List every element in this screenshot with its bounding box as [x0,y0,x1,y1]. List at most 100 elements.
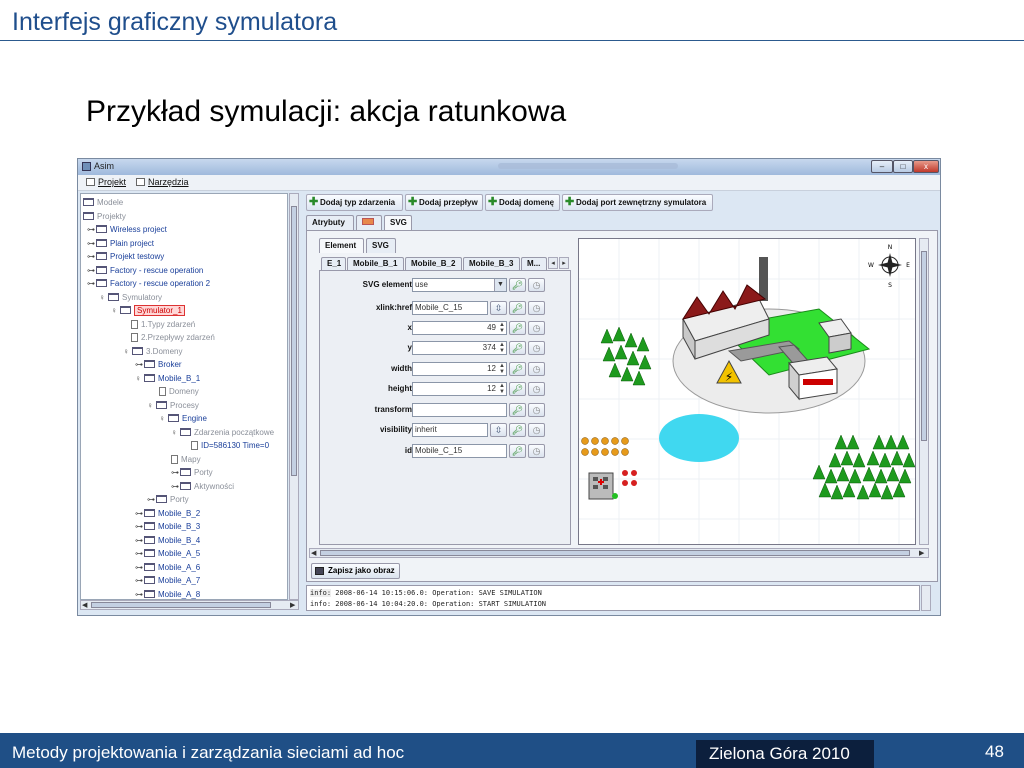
spinner-icon[interactable]: ▲ ▼ [499,322,505,334]
tree-toggle-icon[interactable]: ♀ [171,426,180,439]
spinner-icon[interactable]: ▲ ▼ [499,383,505,395]
key-button[interactable]: 🔑︎ [509,382,526,396]
tab-mobile-b1[interactable]: Mobile_B_1 [347,257,404,270]
key-button[interactable]: 🔑︎ [509,403,526,417]
reset-button[interactable]: ◷ [528,278,545,292]
menu-narzedzia[interactable]: Narzędzia [136,177,189,187]
tree-item[interactable]: ♀ Engine [159,412,207,425]
tree-toggle-icon[interactable]: ⊶ [147,493,156,506]
reset-button[interactable]: ◷ [528,444,545,458]
tree-horizontal-scrollbar[interactable]: ◀ ▶ [80,600,299,610]
tree-toggle-icon[interactable]: ⊶ [87,223,96,236]
y-field[interactable]: 374 ▲ ▼ [412,341,507,355]
tree-item[interactable]: ♀ 3.Domeny [123,345,182,358]
tree-toggle-icon[interactable]: ⊶ [135,520,144,533]
tree-toggle-icon[interactable]: ♀ [159,412,168,425]
x-field[interactable]: 49 ▲ ▼ [412,321,507,335]
tree-item[interactable]: ♀ Zdarzenia początkowe [171,426,274,439]
tree-item[interactable]: ⊶ Mobile_B_3 [135,520,200,533]
tree-toggle-icon[interactable]: ⊶ [171,466,180,479]
scroll-left-icon[interactable]: ◀ [82,601,87,609]
tab-mobile-b2[interactable]: Mobile_B_2 [405,257,462,270]
tree-item[interactable]: ⊶ Mobile_B_4 [135,534,200,547]
tab-more[interactable]: M... [521,257,547,270]
canvas-horizontal-scrollbar[interactable]: ◀ ▶ [309,548,929,558]
tree-item[interactable]: ⊶ Broker [135,358,182,371]
tab-svg-icon[interactable] [356,215,382,230]
canvas-horizontal-thumb[interactable] [320,550,910,556]
tree-item[interactable]: ⊶ Projekt testowy [87,250,164,263]
tree-item[interactable]: Mapy [171,453,201,466]
tree-toggle-icon[interactable]: ⊶ [171,480,180,493]
key-button[interactable]: 🔑︎ [509,341,526,355]
key-button[interactable]: 🔑︎ [509,301,526,315]
tree-toggle-icon[interactable]: ⊶ [87,277,96,290]
tab-svg-sub[interactable]: SVG [366,238,396,253]
tree-item[interactable]: ⊶ Mobile_A_5 [135,547,200,560]
key-button[interactable]: 🔑︎ [509,321,526,335]
reset-button[interactable]: ◷ [528,362,545,376]
svg-canvas[interactable]: ⚡ N S E W [578,238,916,545]
scroll-right-icon[interactable]: ▶ [919,549,924,557]
tree-item[interactable]: ⊶ Mobile_A_6 [135,561,200,574]
tree-toggle-icon[interactable]: ⊶ [135,547,144,560]
reset-button[interactable]: ◷ [528,403,545,417]
tab-element[interactable]: Element [319,238,364,253]
transform-field[interactable] [412,403,507,417]
reset-button[interactable]: ◷ [528,423,545,437]
tree-item[interactable]: ♀ Procesy [147,399,199,412]
tree-toggle-icon[interactable]: ⊶ [135,574,144,587]
tree-toggle-icon[interactable]: ♀ [99,291,108,304]
add-event-type-button[interactable]: ✚ Dodaj typ zdarzenia [306,194,403,211]
spinner-icon[interactable]: ▲ ▼ [499,342,505,354]
tree-item[interactable]: 2.Przepływy zdarzeń [131,331,215,344]
tree-item[interactable]: Domeny [159,385,199,398]
key-button[interactable]: 🔑︎ [509,278,526,292]
tree-toggle-icon[interactable]: ⊶ [135,507,144,520]
key-button[interactable]: 🔑︎ [509,444,526,458]
tree-item[interactable]: ⊶ Mobile_A_7 [135,574,200,587]
tree-toggle-icon[interactable]: ⊶ [135,561,144,574]
add-port-button[interactable]: ✚ Dodaj port zewnętrzny symulatora [562,194,713,211]
tree-toggle-icon[interactable]: ♀ [123,345,132,358]
tree-item[interactable]: ID=586130 Time=0 [191,439,269,452]
tree-toggle-icon[interactable]: ♀ [111,304,120,317]
tree-horizontal-thumb[interactable] [91,602,271,608]
tree-item[interactable]: ⊶ Porty [147,493,189,506]
scroll-right-icon[interactable]: ▶ [290,601,295,609]
tree-item[interactable]: ⊶ Wireless project [87,223,167,236]
chevron-down-icon[interactable]: ▼ [494,279,506,291]
height-field[interactable]: 12 ▲ ▼ [412,382,507,396]
tree-toggle-icon[interactable]: ♀ [135,372,144,385]
spinner-icon[interactable]: ▲ ▼ [499,363,505,375]
tabs-scroll-right-icon[interactable]: ▸ [559,257,569,269]
key-button[interactable]: 🔑︎ [509,423,526,437]
tree-item[interactable]: ⊶ Factory - rescue operation 2 [87,277,210,290]
tree-item[interactable]: ⊶ Mobile_A_8 [135,588,200,600]
tab-atrybuty[interactable]: Atrybuty [306,215,354,230]
tree-item[interactable]: Modele [83,196,123,209]
key-button[interactable]: 🔑︎ [509,362,526,376]
tree-item[interactable]: ♀ Mobile_B_1 [135,372,200,385]
minimize-button[interactable]: – [871,160,893,173]
id-field[interactable]: Mobile_C_15 [412,444,507,458]
tree-item[interactable]: ⊶ Factory - rescue operation [87,264,203,277]
xlink-href-field[interactable]: Mobile_C_15 [412,301,488,315]
reset-button[interactable]: ◷ [528,321,545,335]
tree-item[interactable]: ⊶ Aktywności [171,480,234,493]
tree-item[interactable]: ⊶ Mobile_B_2 [135,507,200,520]
close-button[interactable]: x [913,160,939,173]
tree-item[interactable]: Projekty [83,210,126,223]
log-scrollbar[interactable] [921,585,931,611]
project-tree[interactable]: Modele Projekty ⊶ Wireless project ⊶ Plain pr… [80,193,288,600]
tab-e1[interactable]: E_1 [321,257,346,270]
tab-svg[interactable]: SVG [384,215,412,230]
tree-item[interactable]: ♀ Symulator_1 [111,304,185,317]
reset-button[interactable]: ◷ [528,382,545,396]
tree-toggle-icon[interactable]: ⊶ [135,534,144,547]
menu-projekt[interactable]: Projekt [86,177,126,187]
tabs-scroll-left-icon[interactable]: ◂ [548,257,558,269]
tree-toggle-icon[interactable]: ⊶ [87,250,96,263]
reset-button[interactable]: ◷ [528,341,545,355]
add-flow-button[interactable]: ✚ Dodaj przepływ [405,194,483,211]
